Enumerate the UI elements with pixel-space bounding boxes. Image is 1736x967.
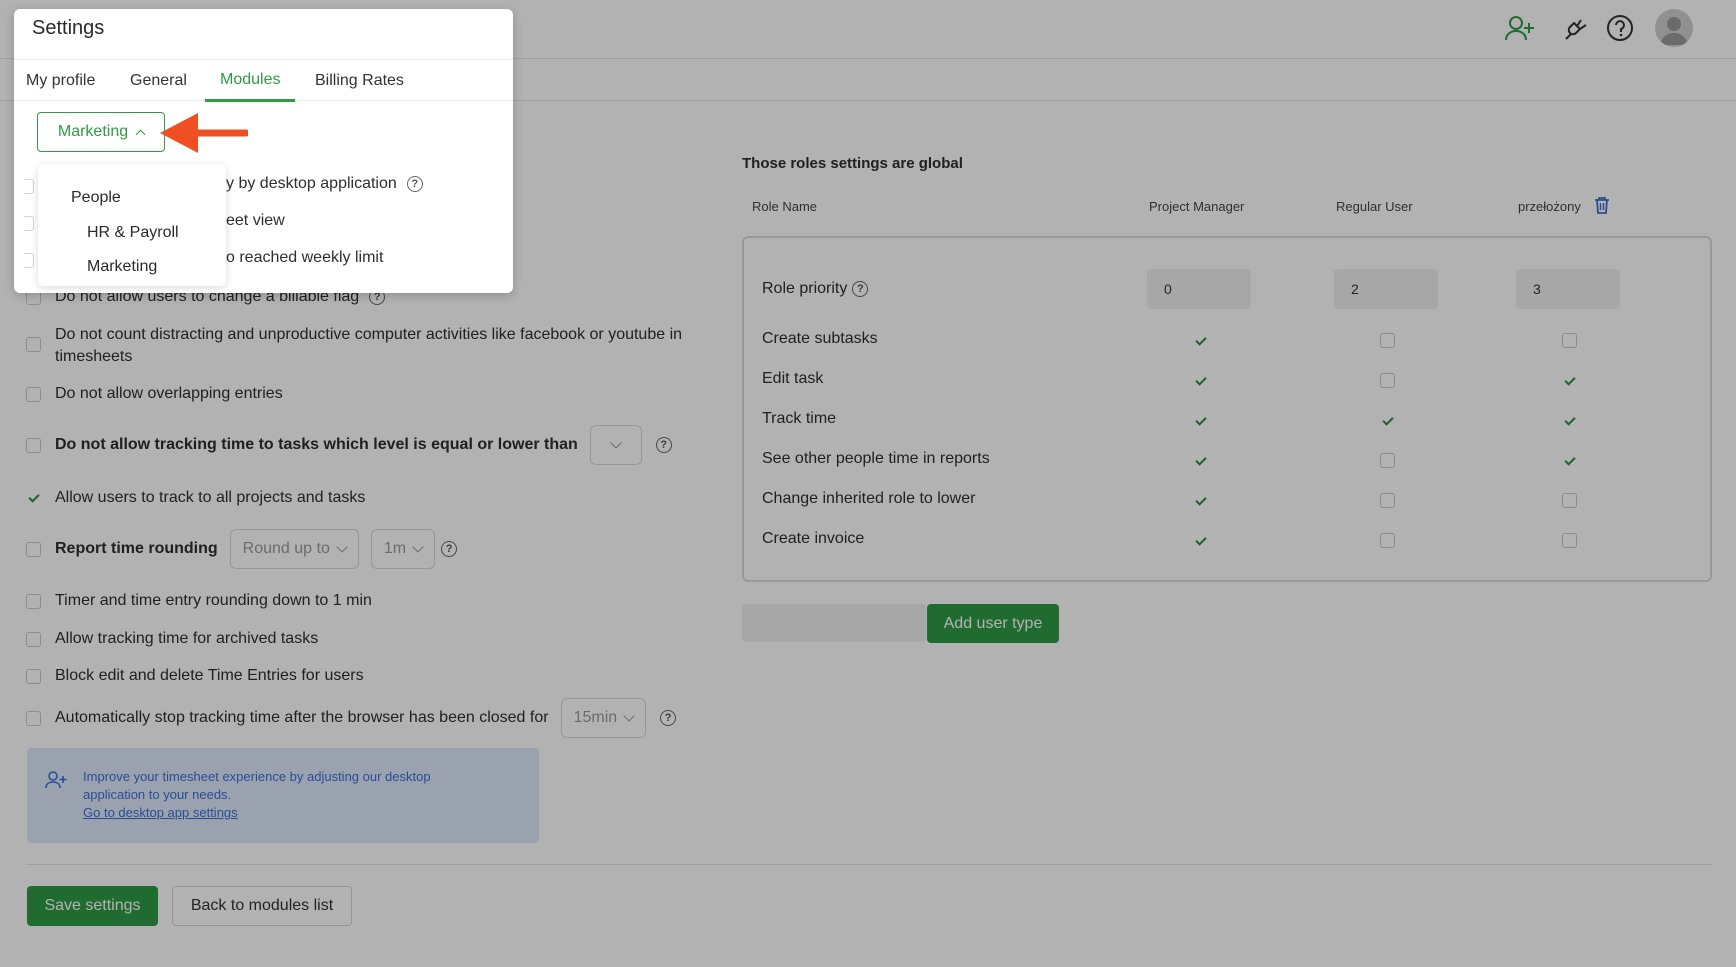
dropdown-item-marketing[interactable]: Marketing [87, 258, 157, 276]
annotation-arrow-icon [158, 110, 250, 161]
tab-modules[interactable]: Modules [205, 60, 296, 102]
settings-modal: Settings My profile General Modules Bill… [14, 9, 513, 293]
partial-row-desktop: y by desktop application ? [226, 175, 423, 193]
checkbox[interactable] [24, 216, 34, 231]
help-icon[interactable]: ? [406, 176, 423, 192]
module-select-label: Marketing [57, 123, 129, 140]
checkbox[interactable] [24, 179, 34, 194]
partial-row-timesheet: eet view [226, 212, 285, 229]
tab-billing-rates[interactable]: Billing Rates [315, 60, 404, 102]
dropdown-item-people[interactable]: People [71, 189, 121, 207]
dropdown-item-hr-payroll[interactable]: HR & Payroll [87, 224, 179, 242]
tab-general[interactable]: General [130, 60, 187, 102]
checkbox[interactable] [24, 253, 34, 268]
setting-label: y by desktop application [226, 175, 397, 192]
modal-tabs: My profile General Modules Billing Rates [14, 59, 513, 102]
module-select-button[interactable]: Marketing [37, 112, 165, 152]
partial-row-weekly-limit: o reached weekly limit [226, 249, 384, 266]
module-dropdown: People HR & Payroll Marketing [38, 164, 226, 286]
modal-title: Settings [32, 17, 105, 39]
tab-my-profile[interactable]: My profile [26, 60, 95, 102]
chevron-up-icon [135, 129, 146, 139]
